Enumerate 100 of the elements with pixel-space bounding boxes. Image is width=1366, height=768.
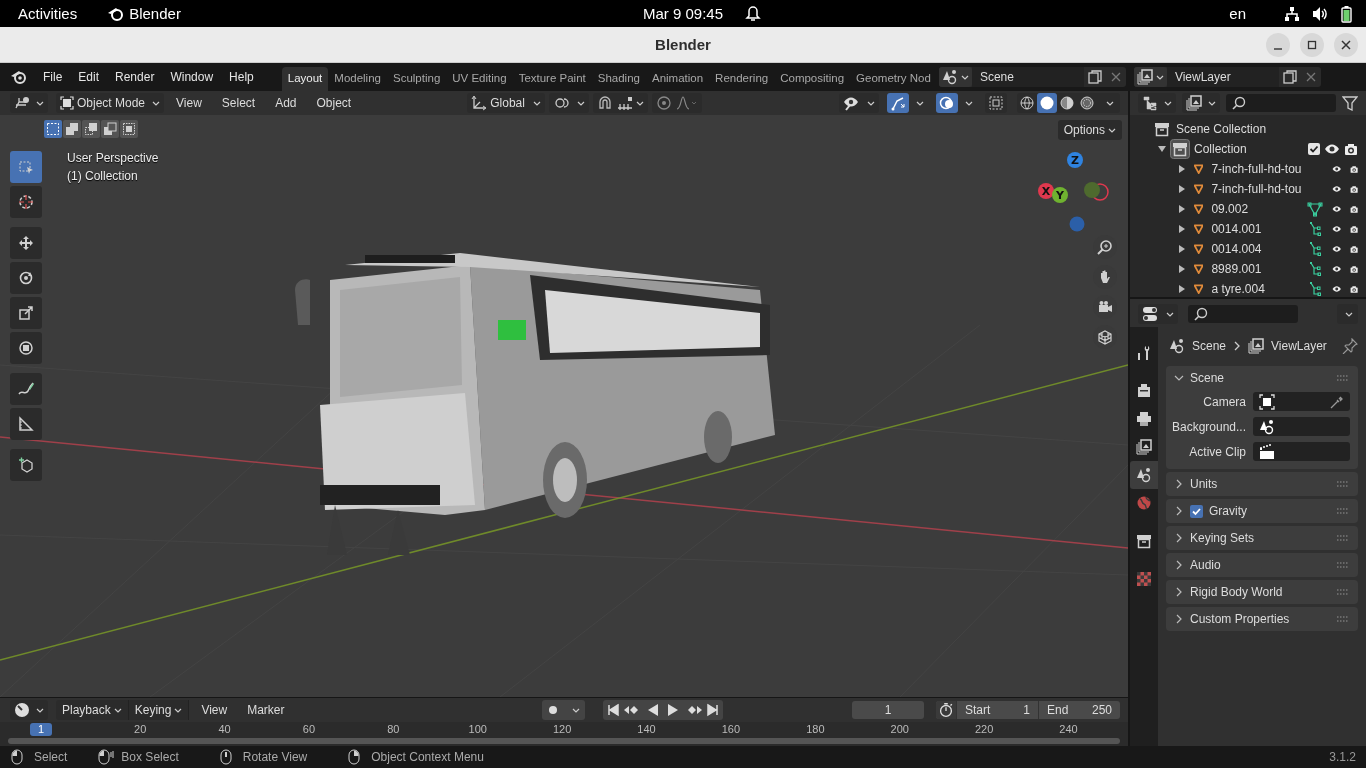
drag-handle-icon[interactable] xyxy=(1336,588,1350,596)
drag-handle-icon[interactable] xyxy=(1336,561,1350,569)
tree-item[interactable]: Collection xyxy=(1194,142,1304,156)
checkbox[interactable] xyxy=(1190,504,1203,518)
copy-icon[interactable] xyxy=(1282,70,1297,84)
solid-shading-button[interactable] xyxy=(1037,93,1057,113)
maximize-button[interactable] xyxy=(1300,32,1324,57)
expand-arrow-icon[interactable] xyxy=(1178,265,1186,273)
close-button[interactable] xyxy=(1334,32,1358,57)
editor-type-dropdown[interactable] xyxy=(10,700,48,720)
object-field[interactable] xyxy=(1253,417,1350,436)
minimize-button[interactable] xyxy=(1266,32,1290,57)
wireframe-shading-button[interactable] xyxy=(1017,93,1037,113)
tree-item[interactable]: 0014.004 xyxy=(1211,242,1298,256)
editor-type-dropdown[interactable] xyxy=(1138,304,1178,324)
drag-handle-icon[interactable] xyxy=(1336,480,1350,488)
negative-x-handle[interactable] xyxy=(1091,183,1109,201)
filter-icon[interactable] xyxy=(1342,95,1358,111)
panel-header[interactable]: Scene xyxy=(1166,366,1358,390)
menu-item[interactable]: Edit xyxy=(70,70,108,84)
editor-type-dropdown[interactable] xyxy=(1138,93,1176,113)
proportional-edit-icon[interactable] xyxy=(656,95,673,111)
drag-handle-icon[interactable] xyxy=(1336,374,1350,382)
workspace-tab[interactable]: Texture Paint xyxy=(512,67,592,91)
snap-target-dropdown[interactable] xyxy=(617,96,645,110)
scene-field[interactable]: Scene xyxy=(971,67,1084,87)
panel-header[interactable]: Rigid Body World xyxy=(1166,580,1358,604)
drag-handle-icon[interactable] xyxy=(1336,534,1350,542)
eye-icon[interactable] xyxy=(1332,203,1342,215)
branch-icon[interactable] xyxy=(1308,241,1321,257)
pivot-dropdown[interactable] xyxy=(549,93,590,113)
eye-icon[interactable] xyxy=(1332,263,1342,275)
menu-item[interactable]: Window xyxy=(162,70,222,84)
checkbox[interactable] xyxy=(1308,143,1320,155)
copy-icon[interactable] xyxy=(1087,70,1102,84)
clock[interactable]: Mar 9 09:45 xyxy=(643,5,724,22)
measure-tool-button[interactable] xyxy=(10,408,42,440)
close-icon[interactable] xyxy=(1109,71,1122,83)
annotate-tool-button[interactable] xyxy=(10,373,42,405)
expand-arrow-icon[interactable] xyxy=(1178,285,1186,293)
eye-icon[interactable] xyxy=(1332,183,1342,195)
object-field[interactable] xyxy=(1253,442,1350,461)
negative-y-handle[interactable] xyxy=(1084,182,1100,198)
search-field[interactable] xyxy=(1188,305,1298,323)
select-subtract-button[interactable] xyxy=(82,120,100,138)
menu-item[interactable]: View xyxy=(168,96,210,110)
playhead[interactable]: 1 xyxy=(30,722,52,736)
workspace-tab[interactable]: Shading xyxy=(591,67,646,91)
cursor-tool-button[interactable] xyxy=(10,186,42,218)
expand-arrow-icon[interactable] xyxy=(1178,205,1186,213)
options-dropdown[interactable] xyxy=(1337,304,1358,324)
view-layer-type-dropdown[interactable] xyxy=(1133,67,1167,87)
gizmo-toggle[interactable] xyxy=(887,93,909,113)
eye-icon[interactable] xyxy=(1332,243,1342,255)
app-menu-label[interactable]: Blender xyxy=(129,5,181,22)
workspace-tab[interactable]: Sculpting xyxy=(386,67,447,91)
menu-item[interactable]: Add xyxy=(267,96,305,110)
orientation-dropdown[interactable]: Global xyxy=(467,93,546,113)
panel-header[interactable]: Gravity xyxy=(1166,499,1358,523)
add-cube-tool-button[interactable] xyxy=(10,449,42,481)
xray-toggle[interactable] xyxy=(985,93,1007,113)
search-field[interactable] xyxy=(1226,94,1336,112)
end-frame-field[interactable]: End 250 xyxy=(1038,701,1120,719)
menu-item[interactable]: Render xyxy=(107,70,163,84)
scene-tab[interactable] xyxy=(1130,461,1158,489)
overlay-toggle[interactable] xyxy=(936,93,958,113)
activities-button[interactable]: Activities xyxy=(18,5,78,22)
workspace-tab[interactable]: Layout xyxy=(281,67,329,91)
camera-icon[interactable] xyxy=(1344,142,1358,156)
axis-handle[interactable]: Z xyxy=(1067,152,1083,168)
falloff-icon[interactable] xyxy=(676,95,699,111)
editor-type-dropdown[interactable] xyxy=(10,93,48,113)
transform-tool-button[interactable] xyxy=(10,332,42,364)
expand-arrow-icon[interactable] xyxy=(1178,185,1186,193)
object-field[interactable] xyxy=(1253,392,1350,411)
tree-item[interactable]: Scene Collection xyxy=(1176,122,1267,136)
menu-item[interactable]: View xyxy=(193,703,236,717)
select-set-button[interactable] xyxy=(44,120,62,138)
tree-item[interactable]: a tyre.004 xyxy=(1211,282,1298,296)
menu-item[interactable]: File xyxy=(35,70,71,84)
menu-item[interactable]: Help xyxy=(221,70,262,84)
axis-handle[interactable]: X xyxy=(1038,183,1054,199)
mode-dropdown[interactable]: Object Mode xyxy=(56,93,164,113)
eye-icon[interactable] xyxy=(1324,143,1340,155)
rendered-shading-button[interactable] xyxy=(1077,93,1097,113)
stopwatch-icon[interactable] xyxy=(936,701,956,719)
drag-handle-icon[interactable] xyxy=(1336,615,1350,623)
branch-icon[interactable] xyxy=(1308,261,1321,277)
start-frame-field[interactable]: Start 1 xyxy=(956,701,1038,719)
panel-header[interactable]: Keying Sets xyxy=(1166,526,1358,550)
timeline-dropdown[interactable]: Playback xyxy=(56,700,129,720)
expand-arrow-icon[interactable] xyxy=(1178,245,1186,253)
triangle-icon[interactable] xyxy=(1306,201,1323,217)
expand-arrow-icon[interactable] xyxy=(1178,225,1186,233)
drag-handle-icon[interactable] xyxy=(1336,507,1350,515)
tree-item[interactable]: 09.002 xyxy=(1211,202,1298,216)
eye-icon[interactable] xyxy=(1332,283,1342,295)
eye-icon[interactable] xyxy=(1332,163,1342,175)
panel-header[interactable]: Audio xyxy=(1166,553,1358,577)
visibility-dropdown[interactable] xyxy=(839,93,879,113)
